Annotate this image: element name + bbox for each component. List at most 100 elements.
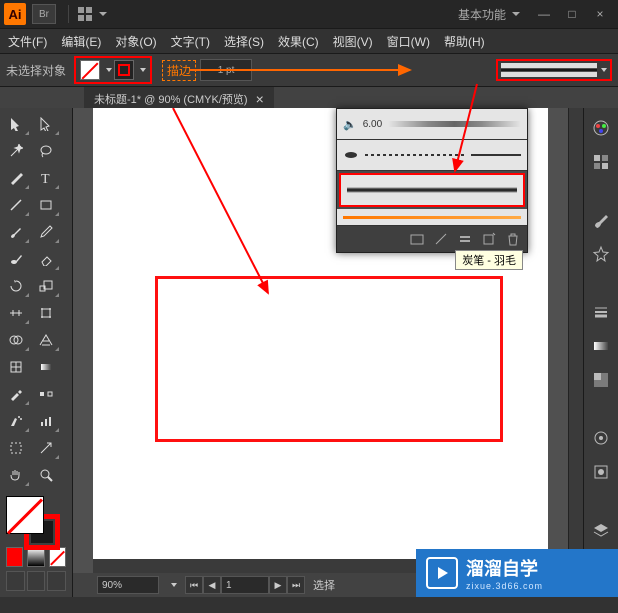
artboard-navigator[interactable]: ⏮ ◀ 1 ▶ ⏭ <box>185 576 305 594</box>
perspective-grid-tool[interactable] <box>32 328 60 352</box>
calligraphic-icon <box>343 148 359 162</box>
titlebar: Ai Br 基本功能 — □ × <box>0 0 618 29</box>
menu-object[interactable]: 对象(O) <box>115 33 156 50</box>
workspace-switcher[interactable]: 基本功能 <box>458 6 506 23</box>
menu-file[interactable]: 文件(F) <box>8 33 47 50</box>
artboard-number-input[interactable]: 1 <box>221 576 269 594</box>
brush-definition-preview[interactable] <box>496 59 612 81</box>
rectangle-tool[interactable] <box>32 193 60 217</box>
close-button[interactable]: × <box>586 4 614 24</box>
width-tool[interactable] <box>2 301 30 325</box>
free-transform-tool[interactable] <box>32 301 60 325</box>
fill-color-box[interactable] <box>6 496 44 534</box>
color-mode-solid[interactable] <box>6 547 23 567</box>
pen-tool[interactable] <box>2 166 30 190</box>
tab-close-button[interactable]: × <box>256 91 264 107</box>
selection-tool[interactable] <box>2 112 30 136</box>
prev-artboard-button[interactable]: ◀ <box>203 576 221 594</box>
zoom-level-input[interactable]: 90% <box>97 576 159 594</box>
chevron-down-icon[interactable] <box>601 68 607 72</box>
gradient-tool[interactable] <box>32 355 60 379</box>
symbols-panel-icon[interactable] <box>589 242 613 266</box>
fill-swatch[interactable] <box>80 60 100 80</box>
brush-options-icon[interactable] <box>457 231 473 247</box>
scale-tool[interactable] <box>32 274 60 298</box>
draw-inside-mode[interactable] <box>47 571 66 591</box>
vertical-scrollbar[interactable] <box>568 108 583 597</box>
watermark-badge: 溜溜自学 zixue.3d66.com <box>416 549 618 597</box>
type-tool[interactable]: T <box>32 166 60 190</box>
direct-selection-tool[interactable] <box>32 112 60 136</box>
chevron-down-icon[interactable] <box>171 583 177 587</box>
color-mode-gradient[interactable] <box>27 547 44 567</box>
selection-status: 未选择对象 <box>6 62 66 79</box>
color-panel-icon[interactable] <box>589 116 613 140</box>
lasso-tool[interactable] <box>32 139 60 163</box>
blend-tool[interactable] <box>32 382 60 406</box>
column-graph-tool[interactable] <box>32 409 60 433</box>
pencil-tool[interactable] <box>32 220 60 244</box>
brush-list-item[interactable] <box>337 209 527 226</box>
brushes-panel-icon[interactable] <box>589 208 613 232</box>
brush-stroke-icon <box>501 63 597 77</box>
svg-text:T: T <box>41 172 50 185</box>
last-artboard-button[interactable]: ⏭ <box>287 576 305 594</box>
draw-behind-mode[interactable] <box>27 571 46 591</box>
symbol-sprayer-tool[interactable] <box>2 409 30 433</box>
mesh-tool[interactable] <box>2 355 30 379</box>
menu-help[interactable]: 帮助(H) <box>444 33 485 50</box>
magic-wand-tool[interactable] <box>2 139 30 163</box>
brush-list-item-selected[interactable] <box>339 173 525 207</box>
chevron-down-icon[interactable] <box>99 12 107 16</box>
stroke-panel-icon[interactable] <box>589 300 613 324</box>
brush-list-item[interactable]: 🔈 6.00 <box>337 109 527 140</box>
stroke-weight-input[interactable]: 1 pt <box>200 59 252 81</box>
drawn-rectangle-shape[interactable] <box>155 276 503 442</box>
artboard-tool[interactable] <box>2 436 30 460</box>
brush-stroke-preview <box>365 154 465 156</box>
watermark-title: 溜溜自学 <box>466 555 543 581</box>
gradient-panel-icon[interactable] <box>589 334 613 358</box>
graphic-styles-panel-icon[interactable] <box>589 460 613 484</box>
blob-brush-tool[interactable] <box>2 247 30 271</box>
menu-select[interactable]: 选择(S) <box>224 33 264 50</box>
minimize-button[interactable]: — <box>530 4 558 24</box>
next-artboard-button[interactable]: ▶ <box>269 576 287 594</box>
line-tool[interactable] <box>2 193 30 217</box>
hand-tool[interactable] <box>2 463 30 487</box>
delete-brush-icon[interactable] <box>505 231 521 247</box>
chevron-down-icon[interactable] <box>140 68 146 72</box>
first-artboard-button[interactable]: ⏮ <box>185 576 203 594</box>
new-brush-icon[interactable] <box>481 231 497 247</box>
eraser-tool[interactable] <box>32 247 60 271</box>
menu-edit[interactable]: 编辑(E) <box>61 33 101 50</box>
zoom-tool[interactable] <box>32 463 60 487</box>
paintbrush-tool[interactable] <box>2 220 30 244</box>
chevron-down-icon[interactable] <box>512 12 520 16</box>
arrange-documents-icon[interactable] <box>73 4 97 24</box>
maximize-button[interactable]: □ <box>558 4 586 24</box>
chevron-down-icon[interactable] <box>106 68 112 72</box>
bridge-badge[interactable]: Br <box>32 4 56 24</box>
swatches-panel-icon[interactable] <box>589 150 613 174</box>
layers-panel-icon[interactable] <box>589 518 613 542</box>
menu-type[interactable]: 文字(T) <box>171 33 210 50</box>
color-mode-none[interactable] <box>49 547 66 567</box>
shape-builder-tool[interactable] <box>2 328 30 352</box>
slice-tool[interactable] <box>32 436 60 460</box>
remove-stroke-icon[interactable] <box>433 231 449 247</box>
menu-view[interactable]: 视图(V) <box>333 33 373 50</box>
eyedropper-tool[interactable] <box>2 382 30 406</box>
menu-window[interactable]: 窗口(W) <box>387 33 430 50</box>
fill-stroke-swatches[interactable] <box>74 56 152 84</box>
menu-effect[interactable]: 效果(C) <box>278 33 319 50</box>
rotate-tool[interactable] <box>2 274 30 298</box>
appearance-panel-icon[interactable] <box>589 426 613 450</box>
draw-normal-mode[interactable] <box>6 571 25 591</box>
stroke-swatch[interactable] <box>114 60 134 80</box>
brush-list-item[interactable] <box>337 140 527 171</box>
fill-stroke-indicator[interactable] <box>2 494 70 545</box>
brush-library-icon[interactable] <box>409 231 425 247</box>
transparency-panel-icon[interactable] <box>589 368 613 392</box>
stroke-label: 描边 <box>162 60 196 81</box>
